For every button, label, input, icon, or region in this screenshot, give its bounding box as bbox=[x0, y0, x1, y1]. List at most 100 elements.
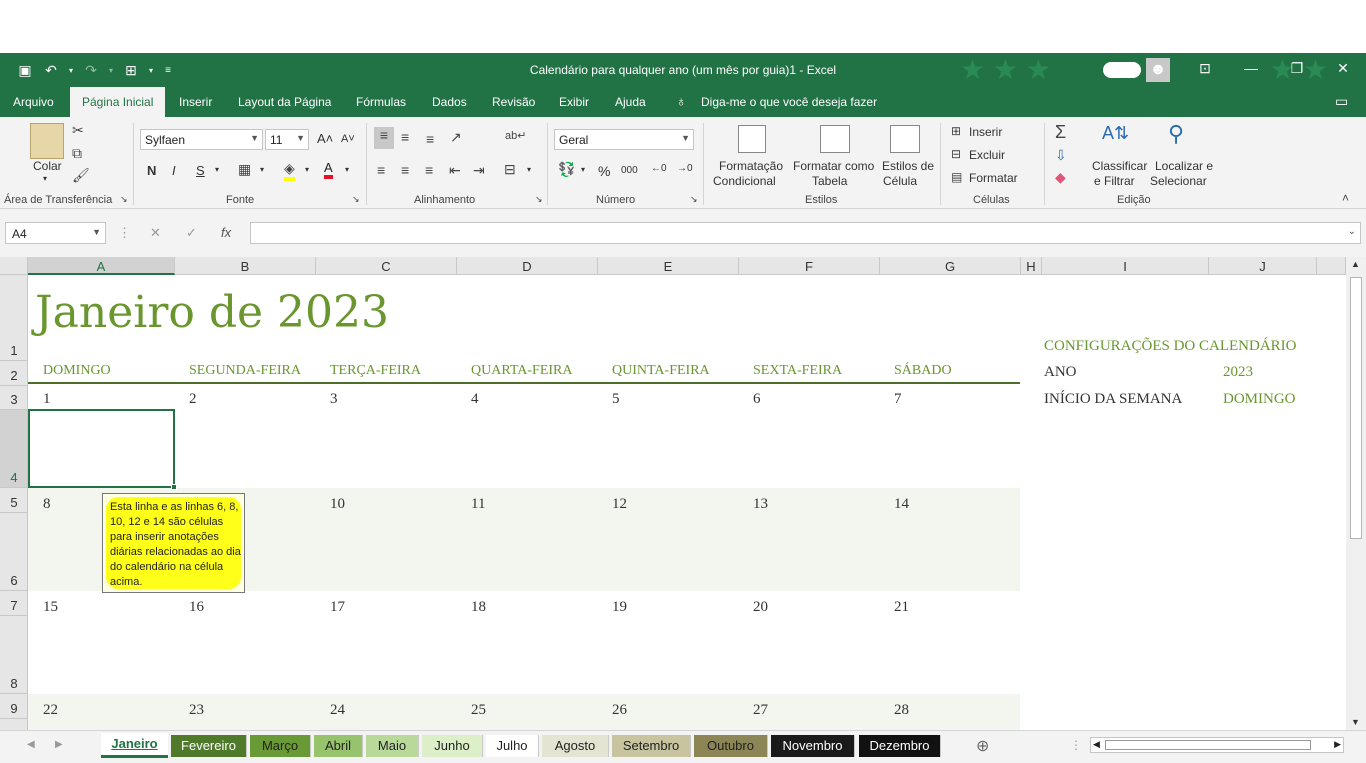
conditional-formatting-label-2[interactable]: Condicional bbox=[713, 174, 776, 188]
increase-indent-icon[interactable]: ⇥ bbox=[473, 162, 485, 179]
cell-styles-label-1[interactable]: Estilos de bbox=[882, 159, 934, 173]
sheet-tab-maio[interactable]: Maio bbox=[366, 735, 419, 757]
weekday-header-friday[interactable]: SEXTA-FEIRA bbox=[753, 363, 842, 379]
column-header-a[interactable]: A bbox=[28, 257, 175, 275]
day-cell[interactable]: 22 bbox=[43, 702, 58, 719]
day-cell[interactable]: 4 bbox=[471, 391, 479, 408]
year-label[interactable]: ANO bbox=[1044, 364, 1077, 381]
week-start-value[interactable]: DOMINGO bbox=[1223, 391, 1296, 408]
orientation-icon[interactable]: ↗ bbox=[450, 129, 462, 146]
day-cell[interactable]: 13 bbox=[753, 496, 768, 513]
comma-style-icon[interactable]: 000 bbox=[621, 165, 638, 176]
minimize-icon[interactable]: — bbox=[1241, 60, 1261, 80]
splitter-icon[interactable]: ⋮ bbox=[1070, 738, 1082, 752]
weekday-header-sunday[interactable]: DOMINGO bbox=[43, 363, 111, 379]
day-cell[interactable]: 3 bbox=[330, 391, 338, 408]
cancel-icon[interactable]: ✕ bbox=[150, 225, 161, 241]
select-all-corner[interactable] bbox=[0, 257, 28, 275]
font-size-combo[interactable]: 11 ▼ bbox=[265, 129, 309, 150]
tab-formulas[interactable]: Fórmulas bbox=[356, 95, 406, 109]
day-cell[interactable]: 20 bbox=[753, 599, 768, 616]
column-header-g[interactable]: G bbox=[880, 257, 1021, 275]
tab-exibir[interactable]: Exibir bbox=[559, 95, 589, 109]
row-header-10[interactable] bbox=[0, 719, 28, 730]
row-header-4[interactable]: 4 bbox=[0, 410, 28, 488]
insert-cells-icon[interactable]: ⊞ bbox=[951, 124, 961, 138]
accounting-dropdown-icon[interactable]: ▾ bbox=[581, 165, 585, 174]
sheet-tab-maro[interactable]: Março bbox=[250, 735, 311, 757]
find-select-label-1[interactable]: Localizar e bbox=[1155, 159, 1213, 173]
row-header-8[interactable]: 8 bbox=[0, 616, 28, 694]
fill-handle[interactable] bbox=[171, 484, 177, 490]
borders-dropdown-icon[interactable]: ▾ bbox=[260, 165, 264, 174]
sort-filter-label-1[interactable]: Classificar bbox=[1092, 159, 1147, 173]
find-select-label-2[interactable]: Selecionar bbox=[1150, 174, 1207, 188]
autosum-icon[interactable]: Σ bbox=[1055, 122, 1066, 143]
align-center-icon[interactable]: ≡ bbox=[401, 162, 409, 178]
align-right-icon[interactable]: ≡ bbox=[425, 162, 433, 178]
number-format-combo[interactable]: Geral ▼ bbox=[554, 129, 694, 150]
row-header-9[interactable]: 9 bbox=[0, 694, 28, 719]
cut-icon[interactable]: ✂ bbox=[72, 122, 84, 139]
font-color-icon[interactable]: A bbox=[324, 160, 333, 179]
row-header-3[interactable]: 3 bbox=[0, 386, 28, 410]
paste-dropdown-icon[interactable]: ▾ bbox=[43, 174, 47, 183]
format-cells-button[interactable]: Formatar bbox=[969, 171, 1018, 185]
tab-dados[interactable]: Dados bbox=[432, 95, 467, 109]
accounting-format-icon[interactable]: 💱 bbox=[558, 161, 575, 178]
weekday-header-thursday[interactable]: QUINTA-FEIRA bbox=[612, 363, 710, 379]
column-header-i[interactable]: I bbox=[1042, 257, 1209, 275]
underline-dropdown-icon[interactable]: ▾ bbox=[215, 165, 219, 174]
conditional-formatting-label-1[interactable]: Formatação bbox=[719, 159, 783, 173]
day-cell[interactable]: 2 bbox=[189, 391, 197, 408]
collapse-ribbon-icon[interactable]: ˄ bbox=[1342, 191, 1349, 205]
year-value[interactable]: 2023 bbox=[1223, 364, 1253, 381]
week-start-label[interactable]: INÍCIO DA SEMANA bbox=[1044, 391, 1182, 408]
align-left-icon[interactable]: ≡ bbox=[377, 162, 385, 178]
enter-icon[interactable]: ✓ bbox=[186, 225, 197, 241]
decrease-font-icon[interactable]: A˅ bbox=[341, 133, 355, 145]
day-cell[interactable]: 10 bbox=[330, 496, 345, 513]
tab-arquivo[interactable]: Arquivo bbox=[13, 95, 54, 109]
conditional-formatting-icon[interactable] bbox=[738, 125, 766, 153]
row-header-5[interactable]: 5 bbox=[0, 488, 28, 513]
day-cell[interactable]: 1 bbox=[43, 391, 51, 408]
tab-ajuda[interactable]: Ajuda bbox=[615, 95, 646, 109]
underline-button[interactable]: S bbox=[196, 163, 205, 178]
align-bottom-icon[interactable]: ≡ bbox=[426, 131, 434, 147]
weekday-header-wednesday[interactable]: QUARTA-FEIRA bbox=[471, 363, 572, 379]
paste-button-label[interactable]: Colar bbox=[33, 159, 62, 173]
number-launcher-icon[interactable]: ↘ bbox=[690, 194, 698, 205]
format-as-table-label-1[interactable]: Formatar como bbox=[793, 159, 874, 173]
increase-decimal-icon[interactable]: ←0 bbox=[651, 163, 667, 174]
sheet-tab-setembro[interactable]: Setembro bbox=[612, 735, 691, 757]
format-as-table-label-2[interactable]: Tabela bbox=[812, 174, 847, 188]
day-cell[interactable]: 19 bbox=[612, 599, 627, 616]
insert-function-icon[interactable]: fx bbox=[221, 225, 231, 240]
sheet-tab-julho[interactable]: Julho bbox=[486, 735, 539, 757]
day-cell[interactable]: 23 bbox=[189, 702, 204, 719]
formula-input[interactable]: ⌄ bbox=[250, 222, 1361, 244]
font-color-dropdown-icon[interactable]: ▾ bbox=[345, 165, 349, 174]
tab-next-icon[interactable]: ▶ bbox=[55, 739, 63, 750]
delete-cells-icon[interactable]: ⊟ bbox=[951, 147, 961, 161]
settings-title[interactable]: CONFIGURAÇÕES DO CALENDÁRIO bbox=[1044, 338, 1297, 355]
align-top-icon[interactable]: ≡ bbox=[374, 127, 394, 149]
row-header-6[interactable]: 6 bbox=[0, 513, 28, 591]
day-cell[interactable]: 18 bbox=[471, 599, 486, 616]
close-icon[interactable]: ✕ bbox=[1333, 60, 1353, 80]
cell-styles-label-2[interactable]: Célula bbox=[883, 174, 917, 188]
column-header-j[interactable]: J bbox=[1209, 257, 1317, 275]
alignment-launcher-icon[interactable]: ↘ bbox=[535, 194, 543, 205]
tab-prev-icon[interactable]: ◀ bbox=[27, 739, 35, 750]
day-cell[interactable]: 6 bbox=[753, 391, 761, 408]
merge-center-icon[interactable]: ⊟ bbox=[504, 161, 516, 178]
format-as-table-icon[interactable] bbox=[820, 125, 850, 153]
day-cell[interactable]: 11 bbox=[471, 496, 485, 513]
day-cell[interactable]: 21 bbox=[894, 599, 909, 616]
name-box[interactable]: A4 ▼ bbox=[5, 222, 106, 244]
day-cell[interactable]: 27 bbox=[753, 702, 768, 719]
sheet-tab-dezembro[interactable]: Dezembro bbox=[859, 735, 941, 757]
decrease-decimal-icon[interactable]: →0 bbox=[677, 163, 693, 174]
sort-filter-label-2[interactable]: e Filtrar bbox=[1094, 174, 1135, 188]
